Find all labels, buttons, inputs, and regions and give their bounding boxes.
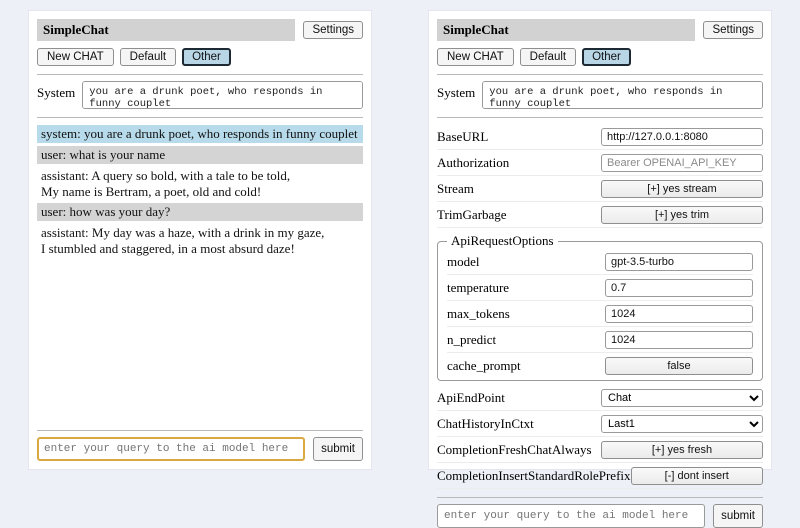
max-tokens-label: max_tokens — [447, 306, 510, 322]
completioninsert-label: CompletionInsertStandardRolePrefix — [437, 468, 631, 484]
stream-toggle-button[interactable]: [+] yes stream — [601, 180, 763, 198]
chat-message-assistant: assistant: My day was a haze, with a dri… — [37, 224, 363, 258]
app-title: SimpleChat — [437, 19, 695, 41]
divider — [437, 497, 763, 498]
divider — [437, 117, 763, 118]
setting-row-stream: Stream [+] yes stream — [437, 176, 763, 202]
api-request-options-fieldset: ApiRequestOptions model temperature max_… — [437, 233, 763, 381]
apiendpoint-select[interactable]: Chat — [601, 389, 763, 407]
trimgarbage-toggle-button[interactable]: [+] yes trim — [601, 206, 763, 224]
apiendpoint-label: ApiEndPoint — [437, 390, 505, 406]
query-row: submit — [37, 437, 363, 461]
setting-row-temperature: temperature — [447, 275, 753, 301]
authorization-input[interactable] — [601, 154, 763, 172]
chat-message-user: user: how was your day? — [37, 203, 363, 221]
system-label: System — [437, 81, 475, 101]
completionfresh-label: CompletionFreshChatAlways — [437, 442, 592, 458]
system-prompt-row: System you are a drunk poet, who respond… — [37, 81, 363, 109]
setting-row-n-predict: n_predict — [447, 327, 753, 353]
cache-prompt-toggle-button[interactable]: false — [605, 357, 753, 375]
model-input[interactable] — [605, 253, 753, 271]
tab-default[interactable]: Default — [520, 48, 576, 66]
system-prompt-row: System you are a drunk poet, who respond… — [437, 81, 763, 109]
temperature-label: temperature — [447, 280, 509, 296]
baseurl-input[interactable] — [601, 128, 763, 146]
api-request-options-legend: ApiRequestOptions — [447, 233, 558, 249]
submit-button[interactable]: submit — [313, 437, 363, 461]
baseurl-label: BaseURL — [437, 129, 488, 145]
settings-header: SimpleChat Settings — [437, 19, 763, 41]
system-label: System — [37, 81, 75, 101]
tab-other[interactable]: Other — [182, 48, 231, 66]
query-row: submit — [437, 504, 763, 528]
setting-row-max-tokens: max_tokens — [447, 301, 753, 327]
spacer — [37, 261, 363, 422]
system-prompt-input[interactable]: you are a drunk poet, who responds in fu… — [82, 81, 363, 109]
completioninsert-toggle-button[interactable]: [-] dont insert — [631, 467, 763, 485]
chat-message-list: system: you are a drunk poet, who respon… — [37, 125, 363, 261]
divider — [437, 74, 763, 75]
setting-row-cache-prompt: cache_prompt false — [447, 353, 753, 378]
setting-row-trimgarbage: TrimGarbage [+] yes trim — [437, 202, 763, 228]
setting-row-baseurl: BaseURL — [437, 124, 763, 150]
chat-message-system: system: you are a drunk poet, who respon… — [37, 125, 363, 143]
divider — [37, 430, 363, 431]
app-title: SimpleChat — [37, 19, 295, 41]
tab-other[interactable]: Other — [582, 48, 631, 66]
new-chat-button[interactable]: New CHAT — [437, 48, 514, 66]
settings-panel: SimpleChat Settings New CHAT Default Oth… — [428, 10, 772, 470]
settings-toolbar: New CHAT Default Other — [437, 48, 763, 66]
max-tokens-input[interactable] — [605, 305, 753, 323]
setting-row-chathistoryinctxt: ChatHistoryInCtxt Last1 — [437, 411, 763, 437]
chathistoryinctxt-label: ChatHistoryInCtxt — [437, 416, 534, 432]
chat-panel: SimpleChat Settings New CHAT Default Oth… — [28, 10, 372, 470]
query-input[interactable] — [437, 504, 705, 528]
submit-button[interactable]: submit — [713, 504, 763, 528]
chat-toolbar: New CHAT Default Other — [37, 48, 363, 66]
stream-label: Stream — [437, 181, 474, 197]
divider — [37, 117, 363, 118]
n-predict-label: n_predict — [447, 332, 496, 348]
chat-header: SimpleChat Settings — [37, 19, 363, 41]
divider — [37, 74, 363, 75]
model-label: model — [447, 254, 480, 270]
tab-default[interactable]: Default — [120, 48, 176, 66]
chat-message-assistant: assistant: A query so bold, with a tale … — [37, 167, 363, 201]
setting-row-completioninsert: CompletionInsertStandardRolePrefix [-] d… — [437, 463, 763, 489]
chat-message-user: user: what is your name — [37, 146, 363, 164]
setting-row-completionfresh: CompletionFreshChatAlways [+] yes fresh — [437, 437, 763, 463]
setting-row-authorization: Authorization — [437, 150, 763, 176]
settings-button[interactable]: Settings — [303, 21, 363, 39]
query-input[interactable] — [37, 437, 305, 461]
settings-button[interactable]: Settings — [703, 21, 763, 39]
page: SimpleChat Settings New CHAT Default Oth… — [0, 0, 800, 480]
chathistoryinctxt-select[interactable]: Last1 — [601, 415, 763, 433]
cache-prompt-label: cache_prompt — [447, 358, 521, 374]
temperature-input[interactable] — [605, 279, 753, 297]
completionfresh-toggle-button[interactable]: [+] yes fresh — [601, 441, 763, 459]
setting-row-apiendpoint: ApiEndPoint Chat — [437, 385, 763, 411]
n-predict-input[interactable] — [605, 331, 753, 349]
system-prompt-input[interactable]: you are a drunk poet, who responds in fu… — [482, 81, 763, 109]
new-chat-button[interactable]: New CHAT — [37, 48, 114, 66]
trimgarbage-label: TrimGarbage — [437, 207, 507, 223]
authorization-label: Authorization — [437, 155, 509, 171]
setting-row-model: model — [447, 249, 753, 275]
